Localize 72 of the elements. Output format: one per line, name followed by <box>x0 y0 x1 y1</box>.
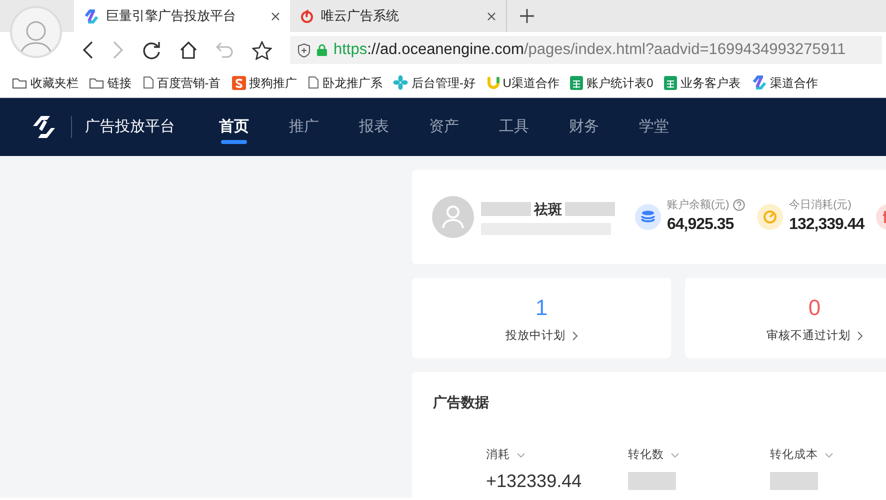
browser-tab[interactable]: 唯云广告系统 <box>290 0 506 32</box>
pinwheel-icon <box>393 75 408 90</box>
nav-tab[interactable]: 财务 <box>569 98 599 156</box>
home-icon[interactable] <box>179 41 198 59</box>
metric-label: 转化成本 <box>770 448 818 463</box>
close-icon[interactable] <box>271 12 280 20</box>
help-icon[interactable] <box>732 199 745 211</box>
coins-icon <box>634 204 660 230</box>
stat-value: 132,339.44 <box>789 215 864 236</box>
count: 0 <box>808 294 821 322</box>
spreadsheet-icon <box>664 76 678 90</box>
reload-icon[interactable] <box>142 40 161 60</box>
card-label: 审核不通过计划 <box>766 328 850 344</box>
nav-tab[interactable]: 首页 <box>219 98 249 156</box>
page-icon <box>142 76 154 89</box>
bookmark[interactable]: 账户统计表0 <box>570 74 654 92</box>
count: 1 <box>535 294 548 322</box>
nav-tab[interactable]: 学堂 <box>639 98 669 156</box>
tab-title: 唯云广告系统 <box>321 7 400 26</box>
spreadsheet-icon <box>570 76 584 90</box>
letter-s-logo-icon <box>232 76 246 90</box>
stat-label: 今日消耗(元) <box>789 198 852 213</box>
tab-title: 巨量引擎广告投放平台 <box>106 7 237 26</box>
nav-tab[interactable]: 报表 <box>359 98 389 156</box>
chevron-right-icon <box>572 331 578 342</box>
stat-value: 64,925.35 <box>667 215 735 236</box>
metric-label: 消耗 <box>486 448 510 463</box>
address-bar[interactable]: https://ad.oceanengine.com/pages/index.html?aadvid=1699434993275911 <box>290 36 882 64</box>
bookmark[interactable]: 链接 <box>89 74 132 92</box>
triangle-logo-icon <box>752 75 767 90</box>
bookmark[interactable]: 百度营销-首 <box>142 74 221 92</box>
redaction-block <box>480 202 530 216</box>
person-icon <box>442 205 464 229</box>
redaction-block <box>628 472 676 490</box>
new-tab-icon[interactable] <box>520 9 534 23</box>
bookmark[interactable]: U渠道合作 <box>486 74 560 92</box>
redaction-block <box>565 202 615 216</box>
triangle-logo-icon <box>30 113 58 141</box>
bookmark[interactable]: 渠道合作 <box>752 74 818 92</box>
bookmark[interactable]: 卧龙推广系 <box>308 74 382 92</box>
chevron-right-icon <box>856 331 863 342</box>
url-text: https://ad.oceanengine.com/pages/index.html?aadvid=1699434993275911 <box>334 40 846 60</box>
bookmark[interactable]: 后台管理-好 <box>393 74 476 92</box>
bookmark[interactable]: 收藏夹栏 <box>12 74 78 92</box>
platform-name: 广告投放平台 <box>71 116 175 138</box>
folder-icon <box>12 76 27 88</box>
page-icon <box>308 76 319 89</box>
flame-logo-icon <box>300 9 314 23</box>
account-name: 祛斑 <box>534 200 562 219</box>
metric-label: 转化数 <box>628 448 664 463</box>
nav-tab[interactable]: 资产 <box>429 98 459 156</box>
gauge-icon <box>756 204 783 230</box>
browser-tab[interactable]: 巨量引擎广告投放平台 <box>74 0 290 32</box>
metric-value: +132339.44 <box>486 470 583 492</box>
section-title: 广告数据 <box>433 393 490 412</box>
star-icon[interactable] <box>252 40 272 60</box>
nav-tab[interactable]: 工具 <box>499 98 529 156</box>
card-label: 投放中计划 <box>505 328 566 344</box>
summary-card[interactable]: 0 审核不通过计划 <box>685 278 886 358</box>
nav-tab[interactable]: 推广 <box>289 98 319 156</box>
letter-u-logo-icon <box>486 75 500 90</box>
shield-icon <box>296 42 310 58</box>
bookmark[interactable]: 搜狗推广 <box>232 74 297 92</box>
folder-icon <box>89 76 104 88</box>
close-icon[interactable] <box>487 12 496 20</box>
triangle-logo-icon <box>84 8 99 24</box>
stat-label: 账户余额(元) <box>667 198 730 213</box>
back-icon[interactable] <box>82 41 94 59</box>
lock-icon <box>317 44 327 56</box>
bookmark[interactable]: 业务客户表 <box>664 74 741 92</box>
redaction-block <box>770 472 818 490</box>
summary-card[interactable]: 1 投放中计划 <box>412 278 671 358</box>
